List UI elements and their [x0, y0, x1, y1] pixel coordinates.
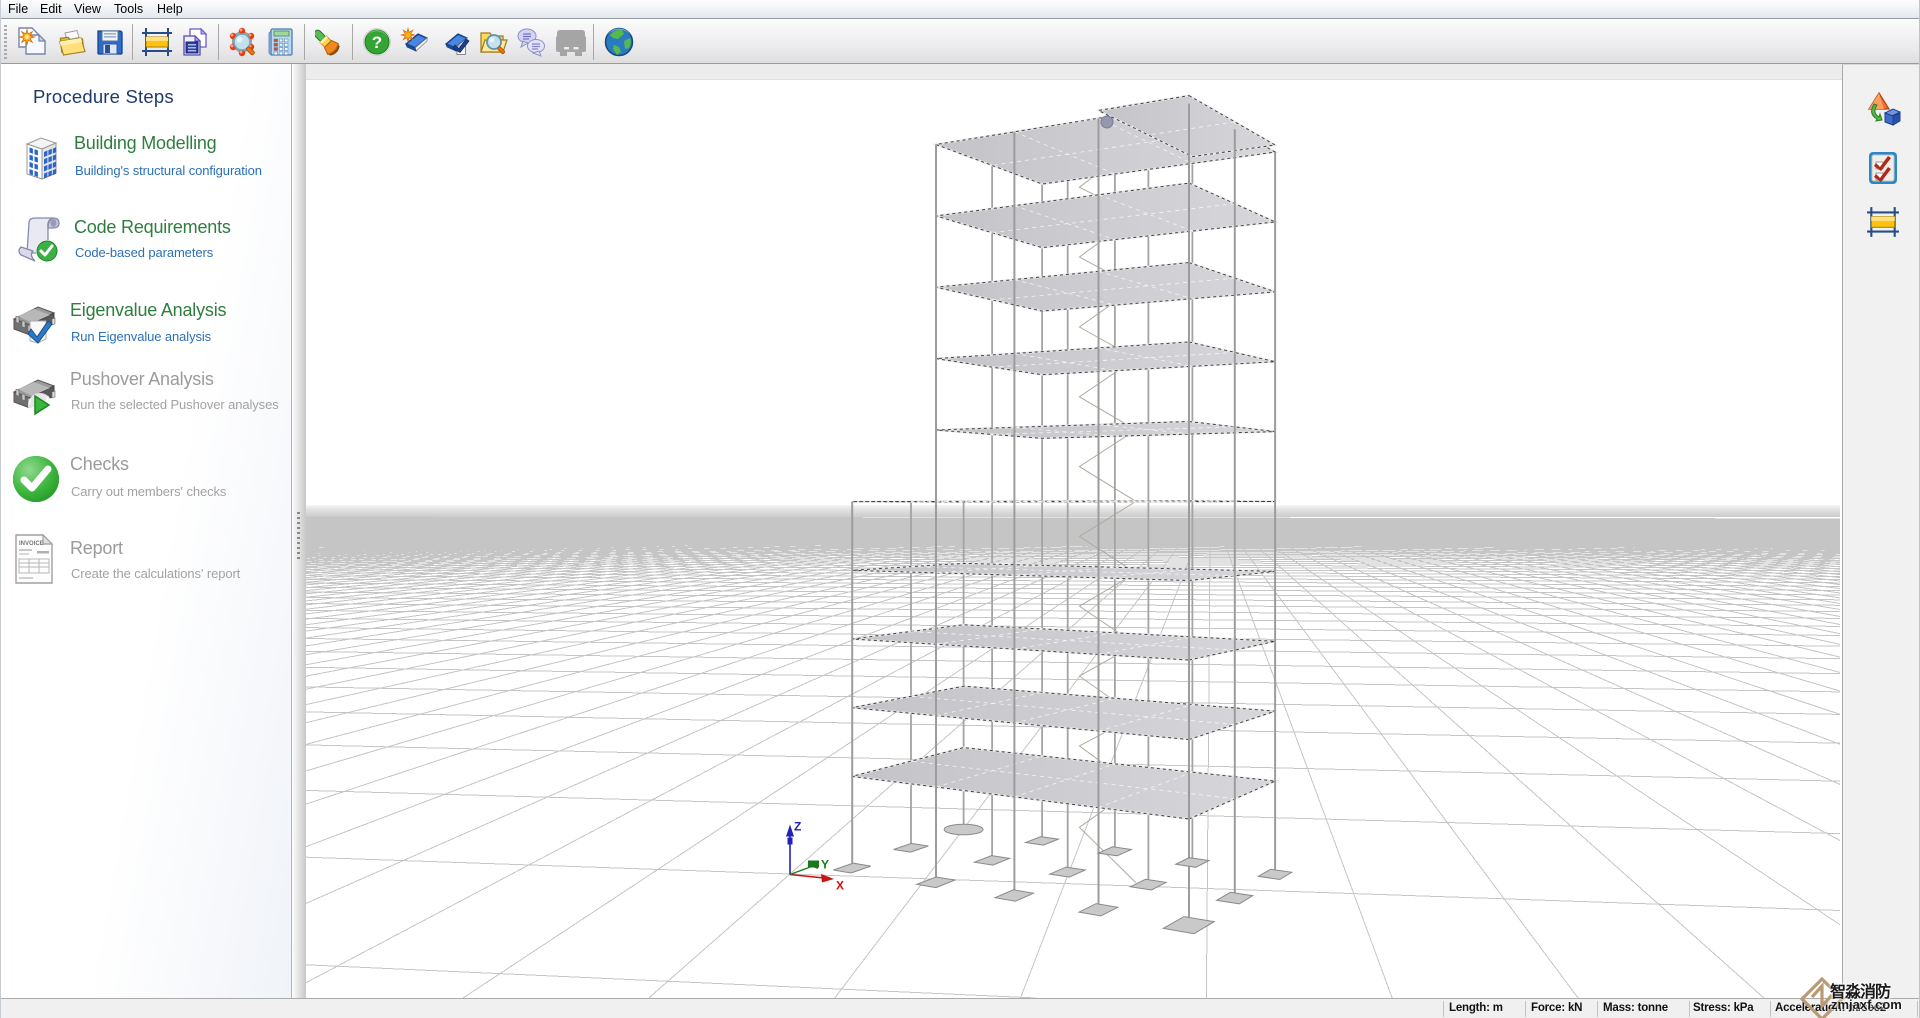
- svg-text:?: ?: [372, 33, 382, 52]
- svg-text:INVOICE: INVOICE: [19, 541, 44, 547]
- svg-text:Y: Y: [821, 858, 829, 872]
- svg-text:Z: Z: [794, 820, 801, 834]
- svg-text:X: X: [836, 879, 844, 893]
